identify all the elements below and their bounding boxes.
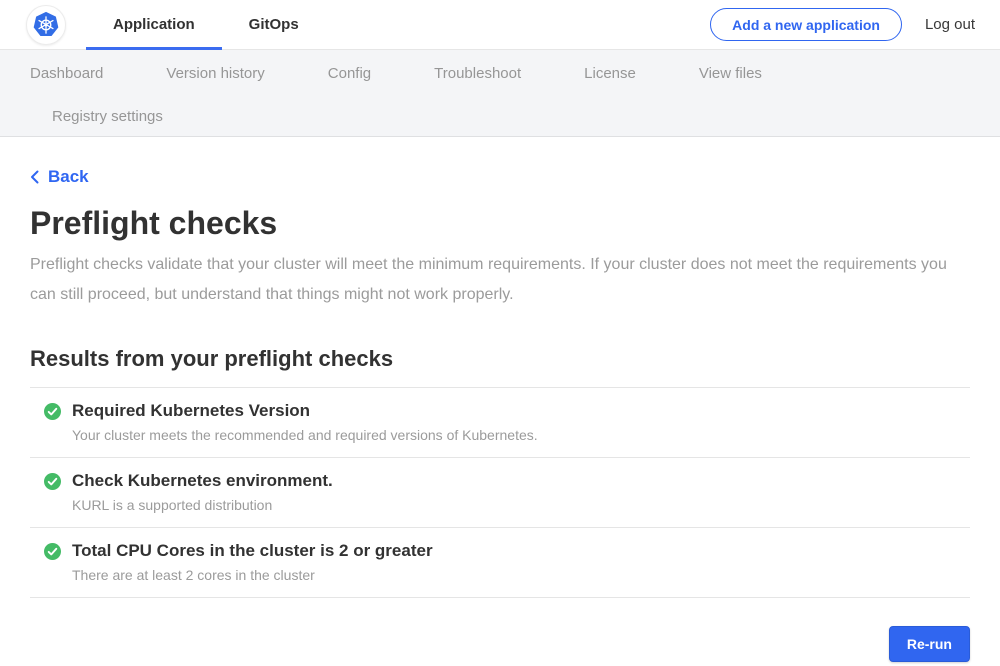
check-title: Total CPU Cores in the cluster is 2 or g… (72, 541, 433, 561)
success-check-icon (44, 473, 61, 490)
check-description: KURL is a supported distribution (72, 497, 970, 513)
page-title: Preflight checks (30, 205, 970, 242)
kubernetes-logo (26, 5, 66, 45)
subnav-row-2: Registry settings (30, 96, 970, 136)
subnav-item-config[interactable]: Config (328, 65, 371, 82)
chevron-left-icon (30, 170, 39, 184)
subnav-row-1: Dashboard Version history Config Trouble… (30, 50, 970, 96)
check-title: Required Kubernetes Version (72, 401, 310, 421)
success-check-icon (44, 543, 61, 560)
rerun-button[interactable]: Re-run (889, 626, 970, 662)
subnav-item-version-history[interactable]: Version history (166, 65, 264, 82)
add-new-application-button[interactable]: Add a new application (710, 8, 902, 41)
check-item-kubernetes-version: Required Kubernetes Version Your cluster… (30, 388, 970, 458)
footer-actions: Re-run (30, 626, 970, 662)
subnav-item-dashboard[interactable]: Dashboard (30, 65, 103, 82)
check-title: Check Kubernetes environment. (72, 471, 333, 491)
check-item-cpu-cores: Total CPU Cores in the cluster is 2 or g… (30, 528, 970, 598)
preflight-checks-page: Back Preflight checks Preflight checks v… (0, 137, 1000, 662)
app-subnav: Dashboard Version history Config Trouble… (0, 50, 1000, 137)
check-description: There are at least 2 cores in the cluste… (72, 567, 970, 583)
subnav-item-view-files[interactable]: View files (699, 65, 762, 82)
tab-application[interactable]: Application (86, 0, 222, 50)
subnav-item-registry-settings[interactable]: Registry settings (52, 108, 163, 125)
top-navbar: Application GitOps Add a new application… (0, 0, 1000, 50)
preflight-results-list: Required Kubernetes Version Your cluster… (30, 387, 970, 598)
check-title-row: Total CPU Cores in the cluster is 2 or g… (44, 541, 970, 561)
back-link-label: Back (48, 167, 89, 187)
logout-link[interactable]: Log out (925, 16, 975, 33)
page-description: Preflight checks validate that your clus… (30, 250, 950, 310)
check-item-kubernetes-environment: Check Kubernetes environment. KURL is a … (30, 458, 970, 528)
results-heading: Results from your preflight checks (30, 346, 970, 372)
tab-gitops[interactable]: GitOps (222, 0, 326, 50)
subnav-item-license[interactable]: License (584, 65, 636, 82)
back-link[interactable]: Back (30, 167, 89, 187)
check-title-row: Required Kubernetes Version (44, 401, 970, 421)
kubernetes-helm-icon (29, 8, 63, 42)
check-title-row: Check Kubernetes environment. (44, 471, 970, 491)
subnav-item-troubleshoot[interactable]: Troubleshoot (434, 65, 521, 82)
success-check-icon (44, 403, 61, 420)
top-tabs: Application GitOps (86, 0, 326, 50)
check-description: Your cluster meets the recommended and r… (72, 427, 970, 443)
